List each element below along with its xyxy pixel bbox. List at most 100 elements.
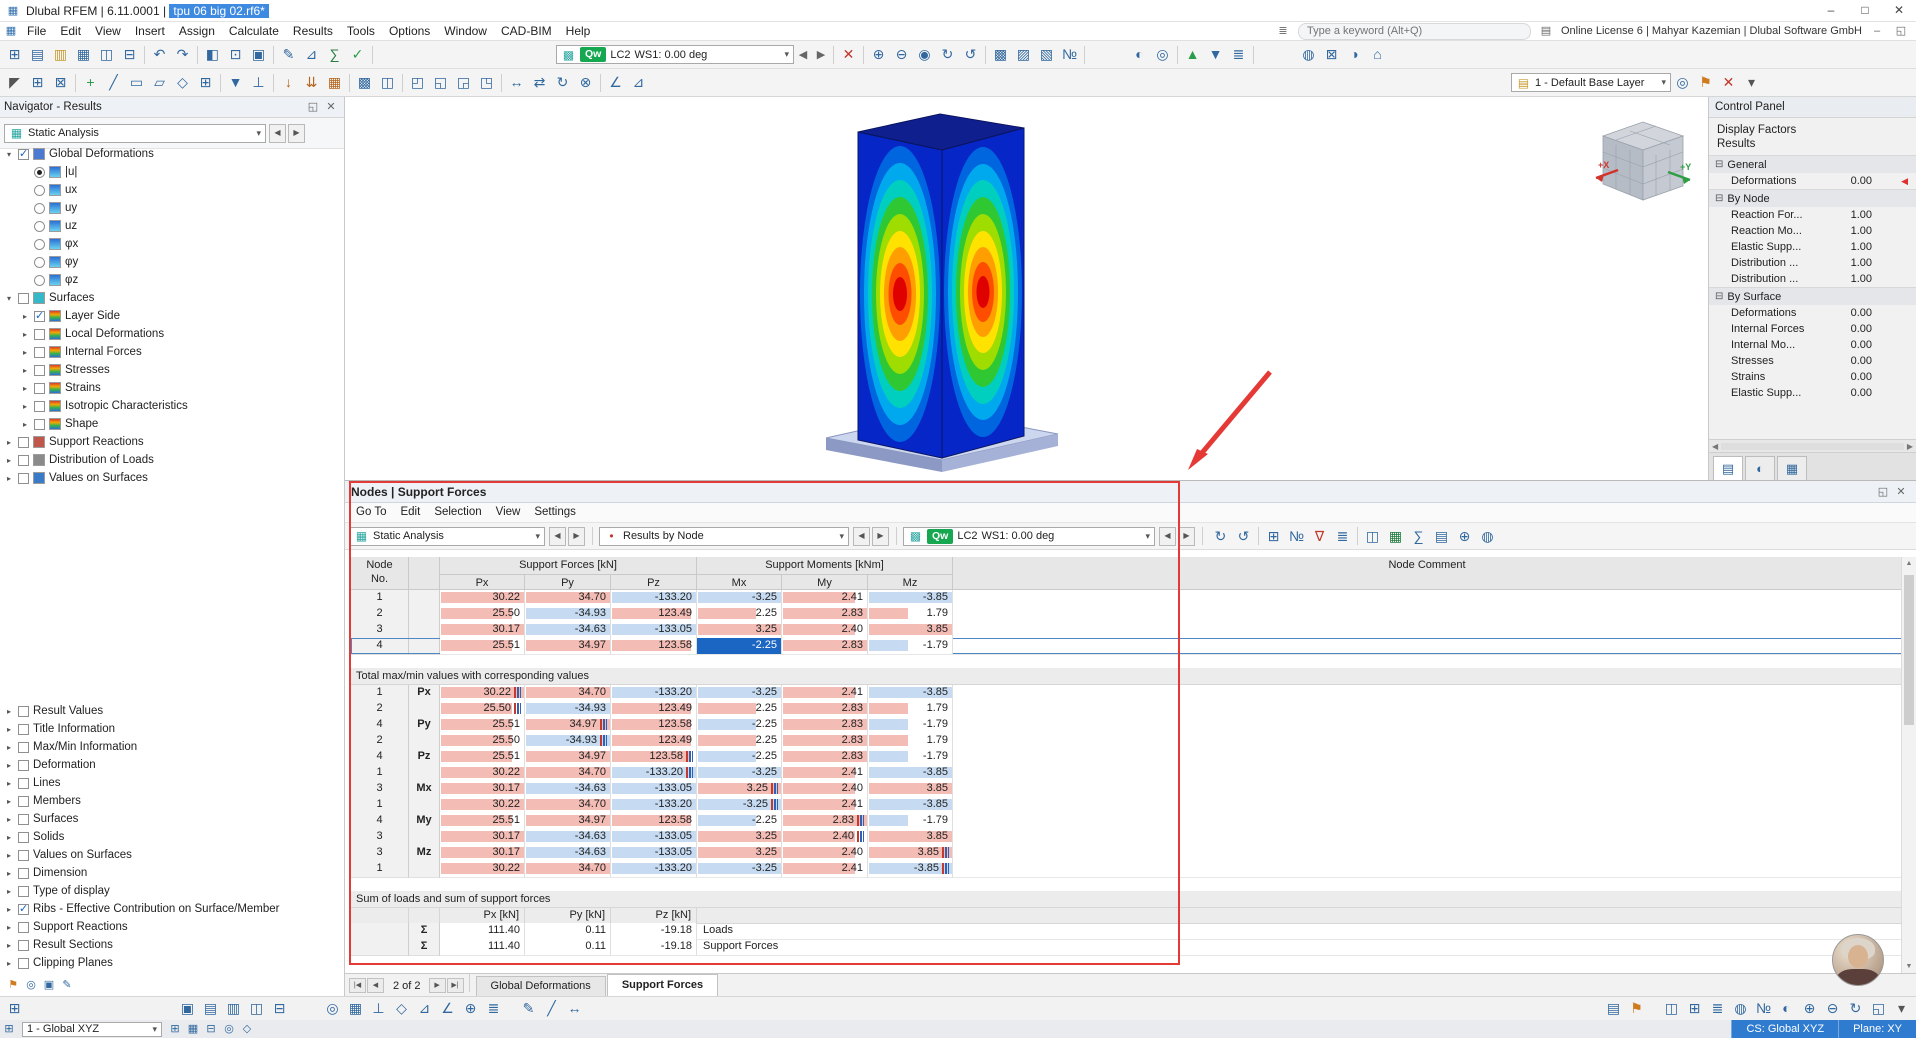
display-option-clipping-planes[interactable]: ▸Clipping Planes [0,954,344,972]
table-results-prev-icon[interactable]: ◀ [853,527,870,546]
table-tab-support-forces[interactable]: Support Forces [607,974,718,996]
checkbox[interactable] [18,455,29,466]
table-row[interactable]: 225.50-34.93123.492.252.831.79 [351,733,1902,749]
table-row[interactable]: 4My25.5134.97123.58-2.252.83-1.79 [351,813,1902,829]
checkbox[interactable] [18,904,29,915]
status-float-icon[interactable]: ◱ [1867,998,1890,1019]
cell-mz[interactable]: 1.79 [868,606,953,623]
checkbox[interactable] [18,814,29,825]
table-row[interactable]: 330.17-34.63-133.053.252.403.85 [351,829,1902,845]
solid-tool-icon[interactable]: ⊞ [194,72,217,93]
collapse-icon[interactable]: ⊟ [1715,193,1723,204]
column-header-mx[interactable]: Mx [697,575,782,590]
select-arrow-icon[interactable]: ◤ [3,72,26,93]
checkbox[interactable] [34,383,45,394]
cell-mx[interactable]: 3.25 [697,829,782,846]
sketch-icon[interactable]: ✎ [517,998,540,1019]
cell-mz[interactable]: -3.85 [868,797,953,814]
expand-icon[interactable]: ▸ [4,707,14,716]
view-z-icon[interactable]: ◳ [475,72,498,93]
navigator-toggle-icon[interactable]: ◧ [201,44,224,65]
cell-my[interactable]: 2.41 [782,590,868,607]
display-option-support-reactions[interactable]: ▸Support Reactions [0,918,344,936]
panels-toggle-icon[interactable]: ▣ [247,44,270,65]
status-contrast-icon[interactable]: ◐ [1775,998,1798,1019]
cell-node-no[interactable]: 4 [351,717,409,734]
expand-icon[interactable]: ▸ [4,923,14,932]
column-header-pz[interactable]: Pz [611,575,697,590]
cell-mx[interactable]: 2.25 [697,701,782,718]
cell-mx[interactable]: -3.25 [697,861,782,878]
table-row[interactable]: 130.2234.70-133.20-3.252.41-3.85 [351,765,1902,781]
status-values-icon[interactable]: ≣ [1706,998,1729,1019]
nav-item-values-on-surfaces[interactable]: ▸Values on Surfaces [0,469,344,487]
table-scrollbar[interactable]: ▲ ▼ [1901,557,1916,974]
view-isometric-icon[interactable]: ◰ [406,72,429,93]
cell-mx[interactable]: -2.25 [697,813,782,830]
cell-mz[interactable]: 1.79 [868,701,953,718]
cell-node-no[interactable]: 1 [351,765,409,782]
expand-icon[interactable]: ▸ [4,869,14,878]
cell-label[interactable]: Mx [409,781,440,798]
cell-node-comment[interactable] [953,781,1902,798]
page-first-icon[interactable]: |◀ [349,978,366,993]
cell-node-no[interactable]: 3 [351,829,409,846]
factor-elastic-supp[interactable]: Elastic Supp...0.00 [1709,385,1916,401]
cell-py[interactable]: -34.63 [525,845,611,862]
cell-pz[interactable]: 123.49 [611,701,697,718]
checkbox[interactable] [18,868,29,879]
mdi-restore-icon[interactable]: ◱ [1892,23,1910,39]
menu-insert[interactable]: Insert [128,22,172,41]
cell-py[interactable]: 34.70 [525,797,611,814]
layer-delete-icon[interactable]: ✕ [1717,72,1740,93]
expand-icon[interactable]: ▸ [4,743,14,752]
grid-icon[interactable]: ▦ [344,998,367,1019]
table-row[interactable]: 225.50-34.93123.492.252.831.79 [351,606,1902,622]
cell-label[interactable]: Mz [409,845,440,862]
mesh-settings-icon[interactable]: ◫ [376,72,399,93]
cell-label[interactable] [409,797,440,814]
cell-py[interactable]: 34.97 [525,813,611,830]
cell-py[interactable]: 34.97 [525,749,611,766]
cell-py[interactable]: -34.63 [525,622,611,639]
checkbox[interactable] [18,742,29,753]
expand-icon[interactable]: ▸ [4,815,14,824]
object-snap-icon[interactable]: ⊕ [459,998,482,1019]
cell-mx[interactable]: -3.25 [697,797,782,814]
display-option-solids[interactable]: ▸Solids [0,828,344,846]
analysis-type-combo[interactable]: ▦ Static Analysis ▾ [4,124,266,143]
cell-my[interactable]: 2.83 [782,606,868,623]
nav-item-uz[interactable]: uz [0,217,344,235]
factor-value[interactable]: 0.00 [1851,173,1872,189]
cell-my[interactable]: 2.83 [782,813,868,830]
message-icon[interactable]: ▤ [1602,998,1625,1019]
cell-node-comment[interactable] [953,845,1902,862]
cell-py[interactable]: -34.63 [525,781,611,798]
cell-label[interactable]: Px [409,685,440,702]
tp-search-icon[interactable]: ⊕ [1453,526,1476,547]
line-load-icon[interactable]: ⇊ [300,72,323,93]
factor-group-by-surface[interactable]: ⊟By Surface [1709,287,1916,305]
cell-px[interactable]: 25.50 [440,733,525,750]
cell-node-comment[interactable] [953,638,1902,655]
cell-pz[interactable]: -133.20 [611,590,697,607]
navigator-prev-icon[interactable]: ◀ [269,124,286,143]
display-option-deformation[interactable]: ▸Deformation [0,756,344,774]
cell-py[interactable]: 34.70 [525,590,611,607]
color-scale-icon[interactable]: ◍ [1297,44,1320,65]
tp-sort-icon[interactable]: ≣ [1331,526,1354,547]
cell-mz[interactable]: 3.85 [868,845,953,862]
tp-settings-icon[interactable]: ◍ [1476,526,1499,547]
deselect-icon[interactable]: ⊠ [49,72,72,93]
nav-item-support-reactions[interactable]: ▸Support Reactions [0,433,344,451]
cell-pz[interactable]: -133.20 [611,765,697,782]
cell-my[interactable]: 2.83 [782,749,868,766]
radio-button[interactable] [34,185,45,196]
warning-flag-icon[interactable]: ⚑ [1625,998,1648,1019]
table-row[interactable]: 3Mz30.17-34.63-133.053.252.403.85 [351,845,1902,861]
layer-combo[interactable]: ▤ 1 - Default Base Layer ▾ [1511,73,1671,92]
cell-my[interactable]: 2.41 [782,685,868,702]
cell-pz[interactable]: 123.49 [611,606,697,623]
cell-mx[interactable]: 3.25 [697,622,782,639]
cell-my[interactable]: 2.40 [782,845,868,862]
